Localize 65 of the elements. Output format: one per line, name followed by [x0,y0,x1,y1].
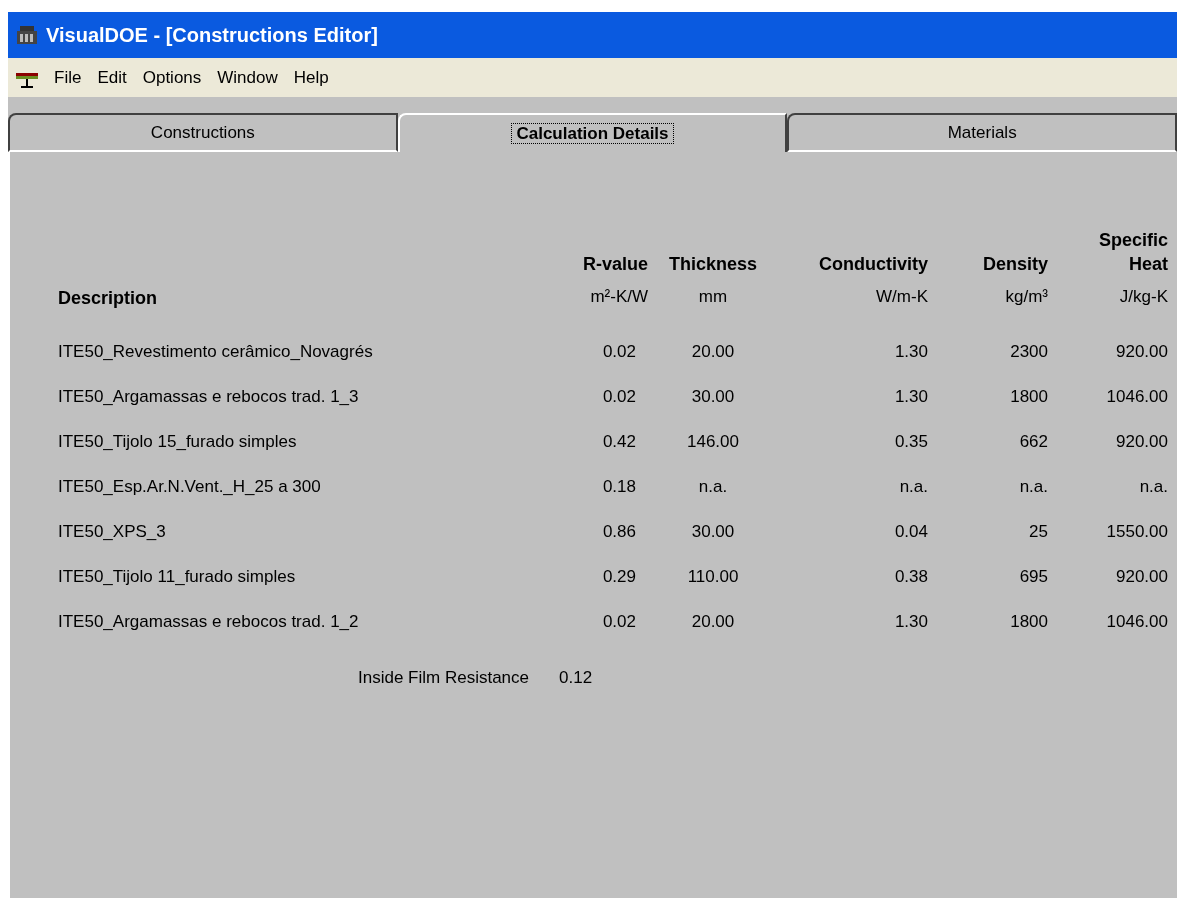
table-cell-text: n.a. [697,476,729,499]
table-cell-text: 1046.00 [1105,611,1168,634]
window-title: VisualDOE - [Constructions Editor] [46,23,378,48]
table-cell-text: 1.30 [893,611,928,634]
table-cell-text: 0.38 [893,566,928,589]
menu-item[interactable]: Help [293,64,329,91]
table-cell-text: 20.00 [690,611,736,634]
inside-film-value: 0.12 [559,666,593,689]
table-cell-text: 0.04 [893,521,928,544]
table-cell-text: n.a. [1138,476,1168,499]
unit-label: kg/m³ [1005,286,1048,308]
column-header: R-value [582,253,648,276]
menu-item[interactable]: Options [142,64,202,91]
menu-item[interactable]: File [54,64,82,91]
table-cell-text: 0.29 [601,566,637,589]
table-cell-text: 1.30 [893,386,928,409]
table-cell-text: 662 [1018,431,1048,454]
table-cell-text: 920.00 [1115,431,1168,454]
table-cell-text: 30.00 [690,386,736,409]
table-cell-text: ITE50_Esp.Ar.N.Vent._H_25 a 300 [58,476,322,499]
column-header: Conductivity [819,253,928,276]
table-cell-text: 30.00 [690,521,736,544]
table-cell-text: ITE50_Argamassas e rebocos trad. 1_2 [58,611,360,634]
table-cell-text: 0.35 [893,431,928,454]
table-cell-text: ITE50_Argamassas e rebocos trad. 1_3 [58,386,360,409]
table-cell-text: 1800 [1009,386,1048,409]
table-cell-text: 0.02 [601,611,637,634]
table-cell-text: 0.86 [601,521,637,544]
table-cell-text: 20.00 [690,341,736,364]
table-cell-text: 0.02 [601,386,637,409]
tab[interactable]: Calculation Details [397,113,788,152]
table-cell-text: 2300 [1009,341,1048,364]
table-cell-text: 1046.00 [1105,386,1168,409]
table-cell-text: 110.00 [686,566,740,589]
column-header: Density [982,253,1048,276]
building-icon [16,25,38,45]
column-header: Specific Heat [1098,229,1168,276]
table-cell-text: 695 [1018,566,1048,589]
table-cell-text: 0.02 [601,341,637,364]
table-cell-text: n.a. [898,476,928,499]
menu-item[interactable]: Edit [97,64,127,91]
unit-label: J/kg-K [1119,286,1168,308]
table-cell-text: n.a. [1018,476,1048,499]
unit-label: W/m-K [876,286,928,308]
table-cell-text: 146.00 [686,431,740,454]
table-cell-text: 920.00 [1115,341,1168,364]
table-cell-text: 1800 [1009,611,1048,634]
table-cell-text: ITE50_Tijolo 11_furado simples [58,566,297,589]
column-header: Thickness [668,253,757,276]
table-cell-text: ITE50_Tijolo 15_furado simples [58,431,298,454]
table-cell-text: 1.30 [893,341,928,364]
menu-item[interactable]: Window [217,64,278,91]
table-cell-text: 0.42 [601,431,637,454]
table-cell-text: 0.18 [601,476,637,499]
unit-label: mm [698,286,728,308]
tab[interactable]: Materials [787,113,1177,152]
table-cell-text: ITE50_XPS_3 [58,521,167,544]
table-cell-text: 1550.00 [1105,521,1168,544]
unit-label: m²-K/W [590,286,648,308]
table-cell-text: 25 [1028,521,1048,544]
tab[interactable]: Constructions [8,113,398,152]
inside-film-label: Inside Film Resistance [358,666,529,689]
table-cell-text: 920.00 [1115,566,1168,589]
table-cell-text: ITE50_Revestimento cerâmico_Novagrés [58,341,374,364]
column-header: Description [58,286,158,310]
